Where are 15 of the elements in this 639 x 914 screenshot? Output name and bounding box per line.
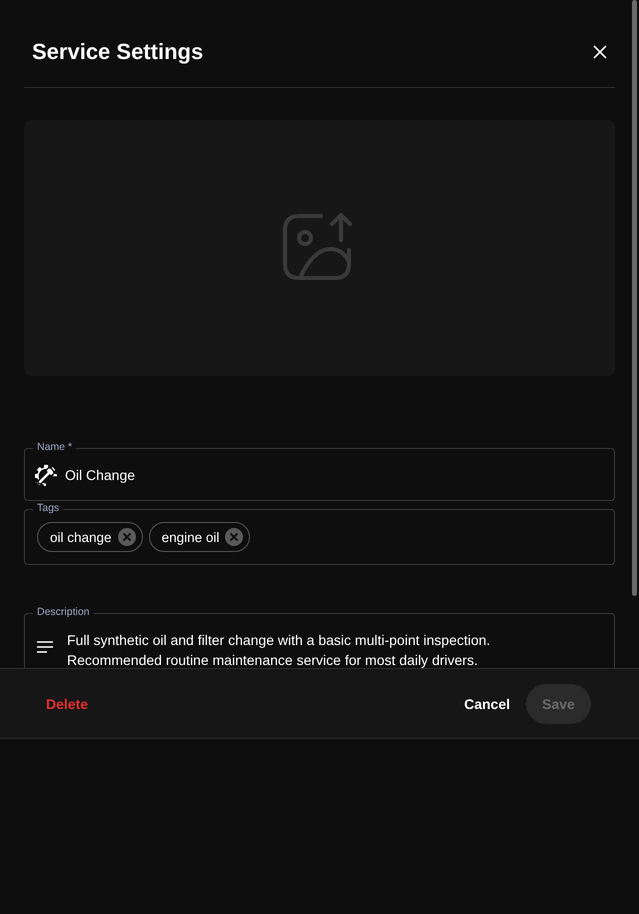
dialog-title: Service Settings (32, 38, 204, 64)
cancel-button[interactable]: Cancel (464, 696, 510, 712)
scrollbar-thumb[interactable] (632, 0, 637, 596)
wrench-gear-icon (35, 464, 57, 486)
text-lines-icon (37, 641, 53, 653)
delete-button[interactable]: Delete (46, 696, 88, 712)
tag-chip[interactable]: engine oil (148, 522, 250, 552)
close-icon (593, 44, 607, 58)
field-label: Description (33, 605, 94, 619)
tag-chip[interactable]: oil change (37, 522, 143, 552)
remove-tag-icon[interactable] (118, 528, 136, 546)
field-label: Tags (33, 501, 64, 515)
remove-tag-icon[interactable] (225, 528, 244, 546)
description-text: Full synthetic oil and filter change with a basic multi-point inspection. Recommended routine maintenance service for most daily drivers. (67, 631, 492, 668)
name-value: Oil Change (65, 466, 136, 482)
